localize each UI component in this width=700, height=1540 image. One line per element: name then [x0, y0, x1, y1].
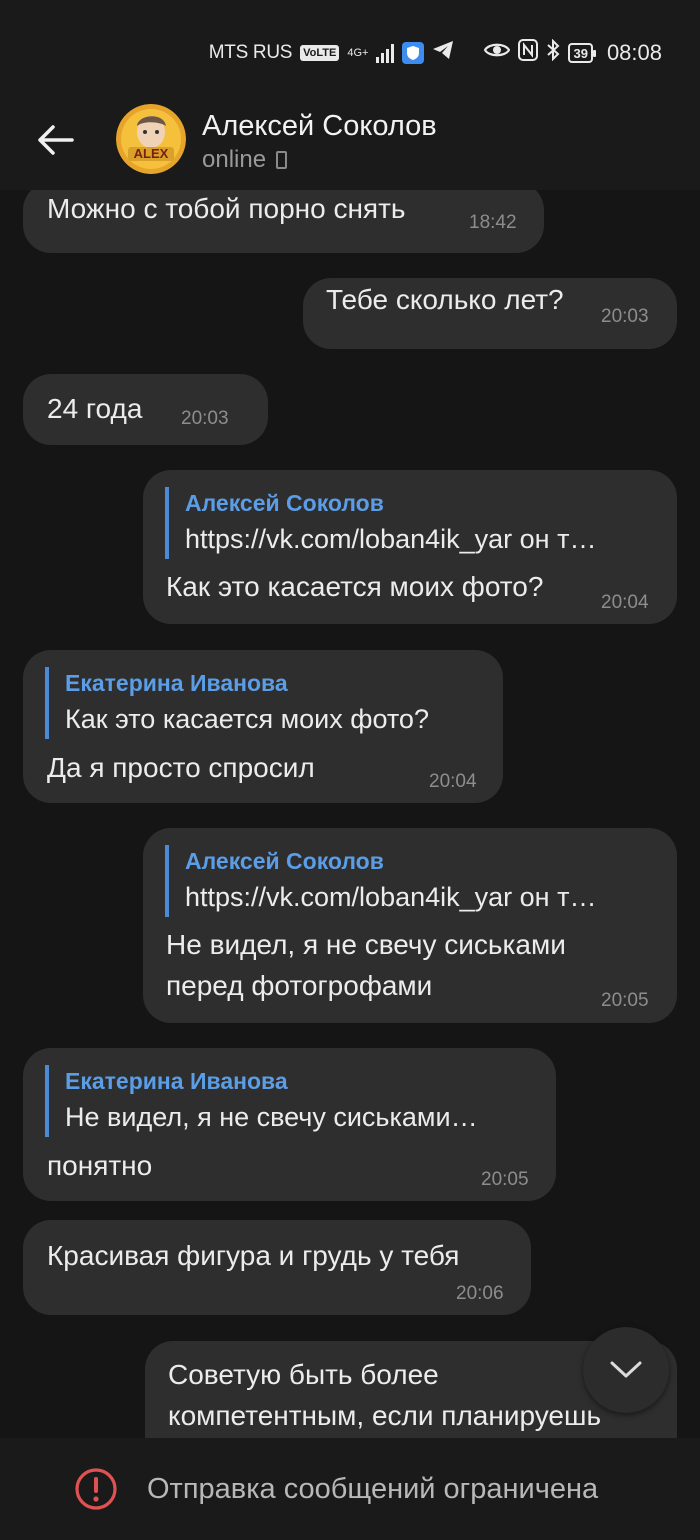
- message-incoming[interactable]: 24 года 20:03: [23, 374, 268, 445]
- message-text-line: Советую быть более: [168, 1359, 439, 1390]
- message-text: Да я просто спросил: [47, 752, 315, 783]
- message-text-line: перед фотогрофами: [166, 970, 433, 1001]
- reply-preview[interactable]: Алексей Соколов https://vk.com/loban4ik_…: [165, 845, 657, 917]
- svg-text:ALEX: ALEX: [134, 146, 169, 161]
- shield-icon: [402, 42, 425, 64]
- reply-preview[interactable]: Екатерина Иванова Как это касается моих …: [45, 667, 485, 739]
- message-text: Как это касается моих фото?: [166, 571, 544, 602]
- avatar[interactable]: ALEX: [116, 104, 186, 174]
- message-time: 20:06: [456, 1283, 504, 1304]
- contact-name[interactable]: Алексей Соколов: [202, 110, 437, 143]
- chat-header: ALEX Алексей Соколов online: [0, 100, 700, 190]
- message-incoming[interactable]: Екатерина Иванова Не видел, я не свечу с…: [23, 1048, 556, 1201]
- reply-author: Екатерина Иванова: [65, 670, 288, 696]
- contact-status: online: [202, 146, 288, 174]
- scroll-down-button[interactable]: [583, 1327, 669, 1413]
- message-time: 20:03: [181, 408, 229, 429]
- phone-icon: [276, 151, 288, 169]
- message-time: 20:05: [481, 1169, 529, 1190]
- status-bar: MTS RUS VoLTE 4G+ 39 08:08: [0, 0, 700, 100]
- bluetooth-icon: [546, 38, 560, 67]
- message-incoming[interactable]: Екатерина Иванова Как это касается моих …: [23, 650, 503, 803]
- arrow-left-icon: [38, 125, 74, 155]
- chevron-down-icon: [610, 1361, 642, 1378]
- reply-text: https://vk.com/loban4ik_yar он т…: [185, 882, 597, 912]
- message-time: 18:42: [469, 212, 517, 233]
- message-time: 20:05: [601, 990, 649, 1011]
- reply-text: Как это касается моих фото?: [65, 704, 429, 734]
- reply-author: Екатерина Иванова: [65, 1068, 288, 1094]
- message-outgoing[interactable]: Алексей Соколов https://vk.com/loban4ik_…: [143, 470, 677, 624]
- reply-text: Не видел, я не свечу сиськами…: [65, 1102, 478, 1132]
- message-incoming[interactable]: Красивая фигура и грудь у тебя 20:06: [23, 1220, 531, 1315]
- message-list[interactable]: Можно с тобой порно снять 18:42 Тебе ско…: [0, 190, 700, 1438]
- message-text: понятно: [47, 1150, 153, 1181]
- messaging-restricted-bar: Отправка сообщений ограничена: [0, 1438, 700, 1540]
- message-incoming[interactable]: Можно с тобой порно снять 18:42: [23, 190, 544, 253]
- eye-icon: [484, 41, 511, 65]
- reply-preview[interactable]: Алексей Соколов https://vk.com/loban4ik_…: [165, 487, 657, 559]
- nfc-icon: [518, 39, 539, 67]
- alert-icon: [75, 1468, 117, 1510]
- signal-icon: [376, 43, 395, 63]
- message-outgoing[interactable]: Тебе сколько лет? 20:03: [303, 278, 677, 349]
- message-time: 20:03: [601, 306, 649, 327]
- message-time: 20:04: [601, 592, 649, 613]
- reply-author: Алексей Соколов: [185, 848, 384, 874]
- message-text-line: компетентным, если планируешь: [168, 1400, 602, 1431]
- restricted-message: Отправка сообщений ограничена: [147, 1473, 599, 1505]
- reply-text: https://vk.com/loban4ik_yar он т…: [185, 524, 597, 554]
- reply-preview[interactable]: Екатерина Иванова Не видел, я не свечу с…: [45, 1065, 535, 1137]
- message-outgoing[interactable]: Алексей Соколов https://vk.com/loban4ik_…: [143, 828, 677, 1023]
- carrier-name: MTS RUS: [208, 42, 293, 63]
- message-text: Тебе сколько лет?: [326, 284, 564, 315]
- volte-badge: VoLTE: [300, 45, 340, 61]
- message-text: 24 года: [47, 393, 143, 424]
- telegram-icon: [432, 40, 454, 66]
- back-button[interactable]: [30, 120, 80, 160]
- message-time: 20:04: [429, 771, 477, 792]
- battery-indicator: 39: [568, 43, 597, 63]
- status-clock: 08:08: [606, 40, 662, 65]
- network-type: 4G+: [347, 46, 369, 59]
- message-text: Можно с тобой порно снять: [47, 193, 406, 224]
- message-text: Красивая фигура и грудь у тебя: [47, 1240, 460, 1271]
- message-text-line: Не видел, я не свечу сиськами: [166, 929, 566, 960]
- reply-author: Алексей Соколов: [185, 490, 384, 516]
